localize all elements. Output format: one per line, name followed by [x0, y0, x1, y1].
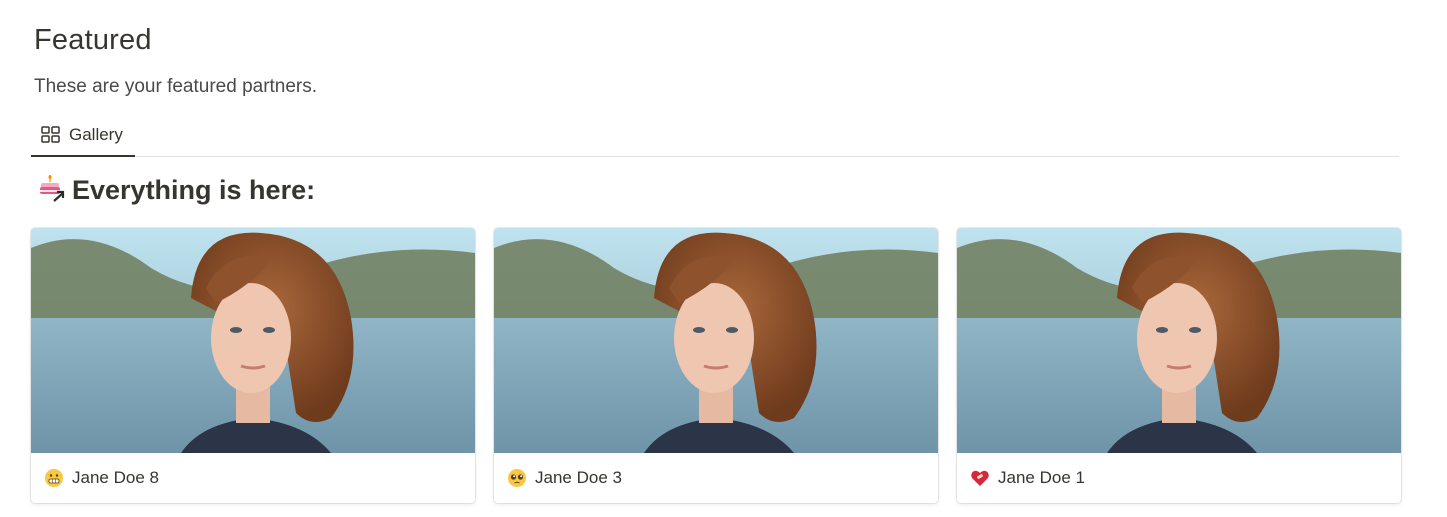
section-title: Everything is here: — [72, 174, 316, 205]
cake-arrow-icon — [40, 175, 65, 202]
gallery: Jane Doe 8 Jane Doe 3 Jane Doe 1 — [31, 228, 1401, 503]
card-cover-image — [31, 228, 475, 453]
card-cover-image — [957, 228, 1401, 453]
tab-gallery[interactable]: Gallery — [31, 115, 135, 157]
pleading-face-icon — [508, 469, 526, 487]
card-footer: Jane Doe 1 — [957, 453, 1401, 503]
page: Featured These are your featured partner… — [0, 0, 1447, 517]
card-footer: Jane Doe 3 — [494, 453, 938, 503]
view-tabs: Gallery — [31, 115, 1399, 157]
grimacing-face-icon — [45, 469, 63, 487]
card-title: Jane Doe 8 — [72, 468, 159, 487]
section-heading: Everything is here: — [38, 172, 315, 208]
gallery-card[interactable]: Jane Doe 1 — [957, 228, 1401, 503]
card-title: Jane Doe 3 — [535, 468, 622, 487]
card-title: Jane Doe 1 — [998, 468, 1085, 487]
mending-heart-icon — [971, 470, 989, 486]
page-description: These are your featured partners. — [34, 76, 318, 97]
gallery-card[interactable]: Jane Doe 3 — [494, 228, 938, 503]
page-title: Featured — [34, 24, 152, 56]
gallery-card[interactable]: Jane Doe 8 — [31, 228, 475, 503]
card-footer: Jane Doe 8 — [31, 453, 475, 503]
tab-gallery-label: Gallery — [69, 125, 123, 144]
gallery-grid-icon — [41, 126, 60, 143]
card-cover-image — [494, 228, 938, 453]
